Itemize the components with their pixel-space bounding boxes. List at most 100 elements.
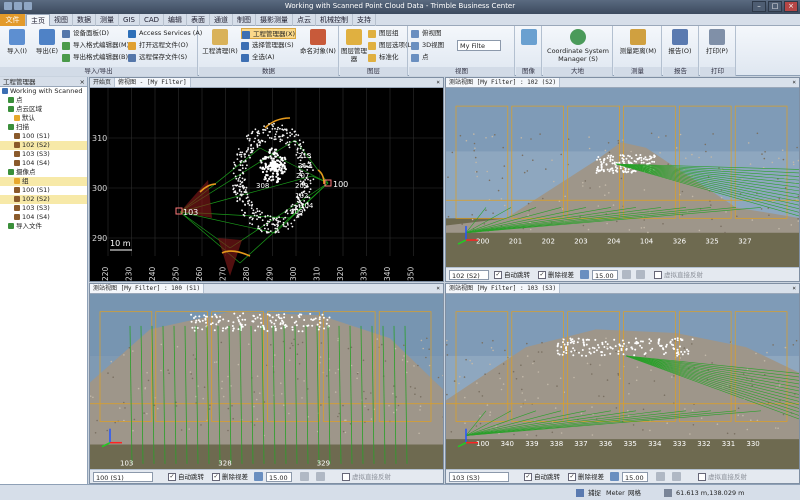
layer-options-button[interactable]: 图层选项(L) <box>368 40 414 51</box>
plan-view-canvas[interactable]: 310 300 290 220 230 240 250 260 270 280 290 300 310 3… <box>90 88 444 282</box>
open-remote-button[interactable]: 打开远程文件(O) <box>128 40 188 51</box>
import-button[interactable]: 导入(I) <box>2 28 32 66</box>
image-button[interactable] <box>517 28 541 66</box>
tree-item[interactable]: 默认 <box>0 114 87 123</box>
close-icon[interactable]: × <box>792 284 796 294</box>
close-icon[interactable]: × <box>80 77 85 87</box>
auto-jump-checkbox[interactable]: ✓ <box>168 473 176 481</box>
tab-gis[interactable]: GIS <box>119 14 140 26</box>
export-button[interactable]: 导出(E) <box>32 28 62 66</box>
station-select[interactable]: 103 (S3) <box>449 472 509 482</box>
close-icon[interactable]: × <box>792 78 796 88</box>
virtual-checkbox[interactable] <box>698 473 706 481</box>
remove-backsight-checkbox[interactable]: ✓ <box>568 473 576 481</box>
tree-item[interactable]: 点 <box>0 96 87 105</box>
station-select[interactable]: 100 (S1) <box>93 472 153 482</box>
close-icon[interactable]: × <box>436 78 440 88</box>
tab-home[interactable]: 主页 <box>26 14 50 26</box>
print-button[interactable]: 打印(P) <box>702 28 732 66</box>
project-explorer-button[interactable]: 工程管理器(X) <box>241 28 297 39</box>
range-input[interactable]: 15.00 <box>592 270 618 280</box>
tab-cad[interactable]: CAD <box>140 14 165 26</box>
minimize-button[interactable]: – <box>752 1 766 12</box>
measure-distance-button[interactable]: 测量距离(M) <box>616 28 660 66</box>
camera-icon[interactable] <box>254 472 263 481</box>
selection-explorer-button[interactable]: 选择管理器(S) <box>241 40 294 51</box>
close-icon[interactable]: × <box>436 284 440 294</box>
paint-icon[interactable] <box>672 472 681 481</box>
tree-item[interactable]: 103 (S3) <box>0 204 87 213</box>
layer-manager-button[interactable]: 图层管理器 <box>341 28 367 66</box>
tree-item[interactable]: 102 (S2) <box>0 141 87 150</box>
settings-icon[interactable] <box>300 472 309 481</box>
tree-item[interactable]: Working with Scanned <box>0 87 87 96</box>
tree-item[interactable]: 100 (S1) <box>0 186 87 195</box>
report-button[interactable]: 报告(O) <box>665 28 695 66</box>
maximize-button[interactable]: □ <box>768 1 782 12</box>
station-view-canvas[interactable]: 100 340 339 338 337 336 335 334 333 332 331 330 <box>446 294 800 471</box>
tab-photogrammetry[interactable]: 摄影测量 <box>256 14 294 26</box>
access-services-button[interactable]: Access Services (A) <box>128 28 202 39</box>
tree-item[interactable]: 104 (S4) <box>0 213 87 222</box>
snap-label[interactable]: 捕捉 <box>588 485 601 500</box>
station-view-canvas[interactable]: 103 328 329 <box>90 294 444 471</box>
station-select[interactable]: 102 (S2) <box>449 270 489 280</box>
tree-item[interactable]: 点云区域 <box>0 105 87 114</box>
tab-support[interactable]: 支持 <box>353 14 377 26</box>
virtual-checkbox[interactable] <box>654 271 662 279</box>
normalize-button[interactable]: 标准化 <box>368 52 399 63</box>
tree-item[interactable]: 103 (S3) <box>0 150 87 159</box>
tab-edit[interactable]: 编辑 <box>164 14 188 26</box>
tab-surface[interactable]: 表面 <box>187 14 211 26</box>
tab-start-page[interactable]: 开始页 <box>90 78 116 87</box>
tab-survey[interactable]: 测量 <box>96 14 119 26</box>
remove-backsight-checkbox[interactable]: ✓ <box>538 271 546 279</box>
device-panel-button[interactable]: 设备面板(D) <box>62 28 109 39</box>
named-objects-button[interactable]: 命名对象(N) <box>299 28 337 66</box>
export-format-editor-button[interactable]: 导出格式编辑器(B) <box>62 52 128 63</box>
points-button[interactable]: 点 <box>411 52 429 63</box>
camera-icon[interactable] <box>610 472 619 481</box>
project-cleanup-button[interactable]: 工程清理(R) <box>201 28 239 66</box>
select-all-button[interactable]: 全选(A) <box>241 52 275 63</box>
grid-label[interactable]: 网格 <box>628 485 641 500</box>
tab-plan-view[interactable]: 俯视图 - [My Filter] <box>115 78 191 87</box>
tree-item[interactable]: 104 (S4) <box>0 159 87 168</box>
layer-group-button[interactable]: 图层组 <box>368 28 399 39</box>
paint-icon[interactable] <box>316 472 325 481</box>
auto-jump-checkbox[interactable]: ✓ <box>494 271 502 279</box>
tab-station-view-103[interactable]: 测站视图 [My Filter] : 103 (S3) <box>446 284 561 293</box>
paint-icon[interactable] <box>636 270 645 279</box>
snap-icon[interactable] <box>576 489 584 497</box>
tree-item[interactable]: 组 <box>0 177 87 186</box>
tree-item[interactable]: 导入文件 <box>0 222 87 231</box>
close-button[interactable]: × <box>784 1 798 12</box>
import-format-editor-button[interactable]: 导入格式编辑器(M) <box>62 40 129 51</box>
settings-icon[interactable] <box>622 270 631 279</box>
camera-icon[interactable] <box>580 270 589 279</box>
3d-view-button[interactable]: 3D视图 <box>411 40 444 51</box>
tab-data[interactable]: 数据 <box>73 14 96 26</box>
remove-backsight-checkbox[interactable]: ✓ <box>212 473 220 481</box>
tab-machine-control[interactable]: 机械控制 <box>316 14 354 26</box>
tab-corridor[interactable]: 通道 <box>210 14 234 26</box>
tree-item[interactable]: 100 (S1) <box>0 132 87 141</box>
station-view-canvas[interactable]: 200 201 202 203 204 104 326 325 327 <box>446 88 800 269</box>
tree-item[interactable]: 摄像点 <box>0 168 87 177</box>
range-input[interactable]: 15.00 <box>266 472 292 482</box>
tab-station-view-100[interactable]: 测站视图 [My Filter] : 100 (S1) <box>90 284 205 293</box>
filter-dropdown[interactable]: My Filte <box>457 40 501 51</box>
tree-item[interactable]: 扫描 <box>0 123 87 132</box>
auto-jump-checkbox[interactable]: ✓ <box>524 473 532 481</box>
settings-icon[interactable] <box>656 472 665 481</box>
range-input[interactable]: 15.00 <box>622 472 648 482</box>
plan-view-button[interactable]: 俯视图 <box>411 28 442 39</box>
tab-point-cloud[interactable]: 点云 <box>293 14 317 26</box>
tree-item[interactable]: 102 (S2) <box>0 195 87 204</box>
coordinate-system-manager-button[interactable]: Coordinate System Manager (S) <box>545 28 611 66</box>
save-remote-button[interactable]: 远程保存文件(S) <box>128 52 187 63</box>
virtual-checkbox[interactable] <box>342 473 350 481</box>
tab-view[interactable]: 视图 <box>50 14 73 26</box>
tab-drafting[interactable]: 制图 <box>233 14 257 26</box>
units-label[interactable]: Meter <box>606 485 625 500</box>
